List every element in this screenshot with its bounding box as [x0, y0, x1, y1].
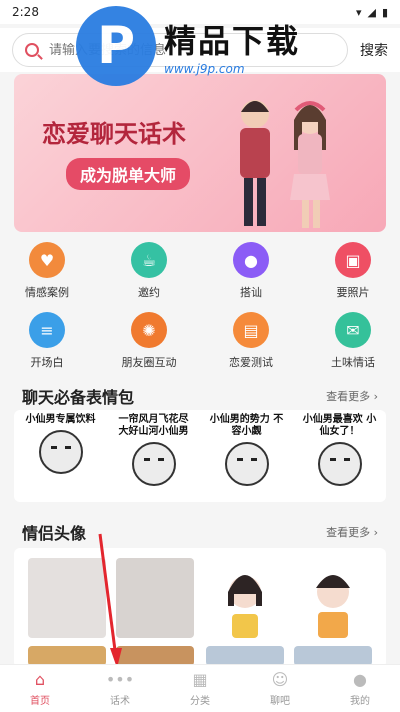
- grid-label: 恋爱测试: [229, 356, 273, 369]
- aperture-icon: ✺: [131, 312, 167, 348]
- wifi-icon: ▾: [355, 5, 362, 19]
- grid-item-test[interactable]: ▤ 恋爱测试: [216, 312, 286, 382]
- grid-label: 土味情话: [331, 356, 375, 369]
- sticker-caption: 小仙男的势力 不容小觑: [209, 414, 284, 437]
- smile-icon: ☺: [271, 670, 289, 689]
- search-button[interactable]: 搜索: [360, 40, 388, 60]
- avatars-more-link[interactable]: 查看更多 ›: [326, 524, 378, 540]
- signal-icon: ◢: [367, 5, 376, 19]
- search-icon: [25, 43, 39, 57]
- sticker-face-image: [38, 430, 83, 474]
- sticker-caption: 一帘风月飞花尽 大好山河小仙男: [118, 414, 189, 437]
- nav-label: 聊吧: [270, 695, 290, 707]
- grid-label: 开场白: [30, 356, 64, 369]
- grid-item-moments[interactable]: ✺ 朋友圈互动: [114, 312, 184, 382]
- grid-label: 朋友圈互动: [121, 356, 177, 369]
- heart-mail-icon: ✉: [335, 312, 371, 348]
- sticker-caption: 小仙男专属饮料: [25, 414, 96, 425]
- nav-label: 我的: [350, 695, 370, 707]
- grid-label: 搭讪: [240, 286, 262, 299]
- list-icon: ≡: [29, 312, 65, 348]
- avatar-image[interactable]: [28, 646, 106, 666]
- grid-row-2: ≡ 开场白 ✺ 朋友圈互动 ▤ 恋爱测试 ✉ 土味情话: [0, 312, 400, 382]
- sticker-face-image: [224, 442, 269, 486]
- stickers-card: 小仙男专属饮料 一帘风月飞花尽 大好山河小仙男 小仙男的势力 不容小觑 小仙男最…: [14, 410, 386, 502]
- nav-chat[interactable]: ☺ 聊吧: [240, 665, 320, 712]
- grid-item-lovewords[interactable]: ✉ 土味情话: [318, 312, 388, 382]
- cup-icon: ☕: [131, 242, 167, 278]
- chat-bubble-icon: •••: [105, 670, 135, 689]
- nav-profile[interactable]: ● 我的: [320, 665, 400, 712]
- banner-title: 恋爱聊天话术: [42, 120, 186, 148]
- avatar-image[interactable]: [116, 646, 194, 666]
- nav-label: 分类: [190, 695, 210, 707]
- grid-item-opener[interactable]: ≡ 开场白: [12, 312, 82, 382]
- photo-icon: ▣: [335, 242, 371, 278]
- sticker-item[interactable]: 小仙男最喜欢 小仙女了！: [299, 414, 381, 498]
- sticker-item[interactable]: 一帘风月飞花尽 大好山河小仙男: [113, 414, 195, 498]
- annotation-arrow-icon: [98, 533, 122, 668]
- test-icon: ▤: [233, 312, 269, 348]
- nav-label: 话术: [110, 695, 130, 707]
- avatar-image[interactable]: [294, 646, 372, 666]
- avatars-card: [14, 548, 386, 668]
- watermark-title: 精品下载: [164, 22, 301, 60]
- avatars-title: 情侣头像: [22, 524, 87, 543]
- chat-icon: ●: [233, 242, 269, 278]
- sticker-face-image: [131, 442, 176, 486]
- user-icon: ●: [353, 670, 367, 689]
- grid-label: 邀约: [138, 286, 160, 299]
- grid-row-1: ♥ 情感案例 ☕ 邀约 ● 搭讪 ▣ 要照片: [0, 242, 400, 312]
- feature-grid: ♥ 情感案例 ☕ 邀约 ● 搭讪 ▣ 要照片 ≡ 开场白 ✺ 朋友圈互动 ▤ 恋…: [0, 242, 400, 382]
- sticker-item[interactable]: 小仙男的势力 不容小觑: [206, 414, 288, 498]
- nav-categories[interactable]: ▦ 分类: [160, 665, 240, 712]
- grid-item-invite[interactable]: ☕ 邀约: [114, 242, 184, 312]
- nav-scripts[interactable]: ••• 话术: [80, 665, 160, 712]
- avatar-image[interactable]: [294, 558, 372, 638]
- heart-icon: ♥: [29, 242, 65, 278]
- promo-banner[interactable]: 恋爱聊天话术 成为脱单大师: [14, 74, 386, 232]
- status-icons: ▾ ◢ ▮: [356, 6, 388, 19]
- grid-item-pickup[interactable]: ● 搭讪: [216, 242, 286, 312]
- grid-label: 情感案例: [25, 286, 69, 299]
- sticker-caption: 小仙男最喜欢 小仙女了！: [302, 414, 377, 437]
- banner-subtitle: 成为脱单大师: [66, 158, 191, 190]
- stickers-more-link[interactable]: 查看更多 ›: [326, 388, 378, 404]
- grid-label: 要照片: [336, 286, 370, 299]
- avatar-image[interactable]: [206, 646, 284, 666]
- status-time: 2:28: [12, 5, 39, 19]
- avatar-image[interactable]: [116, 558, 194, 638]
- watermark: P 精品下载 www.j9p.com: [76, 6, 300, 86]
- watermark-logo-icon: P: [76, 6, 156, 86]
- sticker-item[interactable]: 小仙男专属饮料: [20, 414, 102, 498]
- couple-illustration: [240, 100, 330, 228]
- grid-icon: ▦: [192, 670, 208, 689]
- home-icon: ⌂: [34, 670, 46, 689]
- grid-item-photo[interactable]: ▣ 要照片: [318, 242, 388, 312]
- avatar-image[interactable]: [206, 558, 284, 638]
- stickers-title: 聊天必备表情包: [22, 388, 135, 407]
- watermark-url: www.j9p.com: [164, 62, 245, 76]
- nav-label: 首页: [30, 695, 50, 707]
- grid-item-cases[interactable]: ♥ 情感案例: [12, 242, 82, 312]
- nav-home[interactable]: ⌂ 首页: [0, 665, 80, 712]
- avatar-image[interactable]: [28, 558, 106, 638]
- avatars-header: 情侣头像 查看更多 ›: [0, 520, 400, 544]
- battery-icon: ▮: [381, 5, 388, 19]
- bottom-nav: ⌂ 首页 ••• 话术 ▦ 分类 ☺ 聊吧 ● 我的: [0, 664, 400, 712]
- sticker-face-image: [317, 442, 362, 486]
- stickers-header: 聊天必备表情包 查看更多 ›: [0, 384, 400, 408]
